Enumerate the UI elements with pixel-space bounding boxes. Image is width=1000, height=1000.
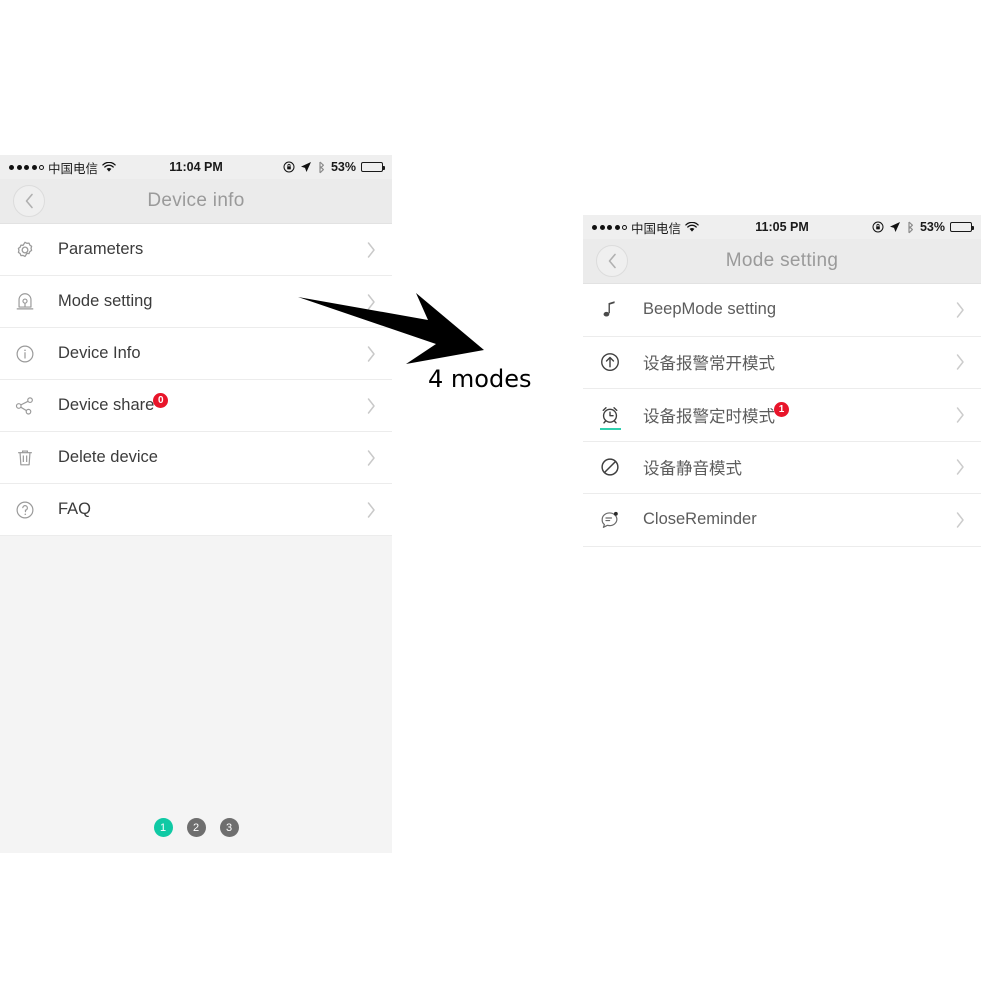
list-item-parameters[interactable]: Parameters bbox=[0, 224, 392, 276]
list-item-label: Parameters bbox=[58, 240, 144, 258]
bluetooth-icon bbox=[906, 221, 915, 234]
selected-marker bbox=[600, 427, 621, 430]
chevron-right-icon bbox=[366, 241, 377, 259]
nav-bar-left: Device info bbox=[0, 179, 392, 224]
arrow-up-circle-icon bbox=[599, 351, 631, 373]
page-indicator: 1 2 3 bbox=[0, 818, 392, 837]
trash-icon bbox=[14, 447, 46, 469]
list-item-label: 设备报警定时模式 bbox=[643, 407, 775, 426]
status-bar-left: 中国电信 11:04 PM 53% bbox=[0, 155, 392, 179]
chevron-right-icon bbox=[955, 406, 966, 424]
list-item-close-reminder[interactable]: CloseReminder bbox=[583, 494, 981, 547]
bluetooth-icon bbox=[317, 161, 326, 174]
list-item-mute-mode[interactable]: 设备静音模式 bbox=[583, 441, 981, 494]
chevron-right-icon bbox=[366, 501, 377, 519]
list-item-label: Device share bbox=[58, 396, 155, 414]
device-info-list: Parameters Mode setting Device Info Devi… bbox=[0, 224, 392, 536]
wifi-icon bbox=[685, 221, 699, 233]
signal-dots-icon bbox=[9, 164, 44, 170]
rotation-lock-icon bbox=[872, 221, 884, 233]
battery-icon bbox=[361, 162, 385, 172]
prohibited-icon bbox=[599, 456, 631, 478]
chat-bubble-icon bbox=[599, 509, 631, 531]
list-item-label: Device Info bbox=[58, 344, 141, 362]
question-circle-icon bbox=[14, 499, 46, 521]
status-bar-right-group: 53% bbox=[283, 160, 385, 174]
chevron-left-icon bbox=[24, 193, 35, 209]
music-note-icon bbox=[599, 299, 631, 321]
location-arrow-icon bbox=[889, 221, 901, 233]
status-badge: 1 bbox=[774, 402, 789, 418]
list-item-device-share[interactable]: Device share 0 bbox=[0, 380, 392, 432]
back-button-left[interactable] bbox=[13, 185, 45, 217]
list-item-label: BeepMode setting bbox=[643, 300, 777, 319]
location-arrow-icon bbox=[300, 161, 312, 173]
wifi-icon bbox=[102, 161, 116, 173]
page-dot-2[interactable]: 2 bbox=[186, 818, 206, 837]
rotation-lock-icon bbox=[283, 161, 295, 173]
phone-screenshot-left: 中国电信 11:04 PM 53% Device info Parameters… bbox=[0, 155, 392, 853]
gear-icon bbox=[14, 239, 46, 261]
list-item-label: Mode setting bbox=[58, 292, 153, 310]
status-bar-left-group: 中国电信 bbox=[9, 158, 116, 177]
chevron-right-icon bbox=[955, 458, 966, 476]
chevron-right-icon bbox=[955, 301, 966, 319]
share-icon bbox=[14, 395, 46, 417]
carrier-label: 中国电信 bbox=[631, 220, 682, 236]
page-title-right: Mode setting bbox=[725, 250, 839, 271]
list-item-delete-device[interactable]: Delete device bbox=[0, 432, 392, 484]
info-circle-icon bbox=[14, 343, 46, 365]
page-dot-1[interactable]: 1 bbox=[153, 818, 173, 837]
page-title-left: Device info bbox=[147, 190, 245, 211]
list-item-label: Delete device bbox=[58, 448, 158, 466]
list-item-alarm-always-on[interactable]: 设备报警常开模式 bbox=[583, 336, 981, 389]
status-bar-right-group: 53% bbox=[872, 220, 974, 234]
battery-percent-label: 53% bbox=[330, 160, 356, 174]
list-item-faq[interactable]: FAQ bbox=[0, 484, 392, 536]
battery-percent-label: 53% bbox=[919, 220, 945, 234]
carrier-label: 中国电信 bbox=[48, 160, 99, 176]
battery-icon bbox=[950, 222, 974, 232]
annotation-caption: 4 modes bbox=[428, 365, 532, 393]
list-item-beepmode-setting[interactable]: BeepMode setting bbox=[583, 284, 981, 337]
list-item-label: 设备报警常开模式 bbox=[643, 355, 775, 374]
alarm-clock-icon bbox=[599, 404, 631, 430]
signal-dots-icon bbox=[592, 224, 627, 230]
back-button-right[interactable] bbox=[596, 245, 628, 277]
thick-right-arrow-icon bbox=[298, 293, 484, 364]
mode-setting-list: BeepMode setting 设备报警常开模式 设备报警定时模式 1 设备静… bbox=[583, 284, 981, 547]
chevron-left-icon bbox=[607, 253, 618, 269]
alarm-device-icon bbox=[14, 291, 46, 313]
list-item-label: CloseReminder bbox=[643, 510, 757, 529]
chevron-right-icon bbox=[955, 511, 966, 529]
status-badge: 0 bbox=[153, 393, 169, 408]
chevron-right-icon bbox=[366, 397, 377, 415]
list-item-alarm-scheduled[interactable]: 设备报警定时模式 1 bbox=[583, 389, 981, 442]
chevron-right-icon bbox=[955, 353, 966, 371]
status-bar-right: 中国电信 11:05 PM 53% bbox=[583, 215, 981, 239]
page-dot-3[interactable]: 3 bbox=[219, 818, 239, 837]
list-item-label: FAQ bbox=[58, 500, 92, 518]
chevron-right-icon bbox=[366, 449, 377, 467]
phone-screenshot-right: 中国电信 11:05 PM 53% Mode setting BeepMode … bbox=[583, 215, 981, 918]
list-item-label: 设备静音模式 bbox=[643, 460, 742, 479]
empty-pane-left: 1 2 3 bbox=[0, 536, 392, 853]
nav-bar-right: Mode setting bbox=[583, 239, 981, 284]
status-bar-left-group: 中国电信 bbox=[592, 218, 699, 237]
